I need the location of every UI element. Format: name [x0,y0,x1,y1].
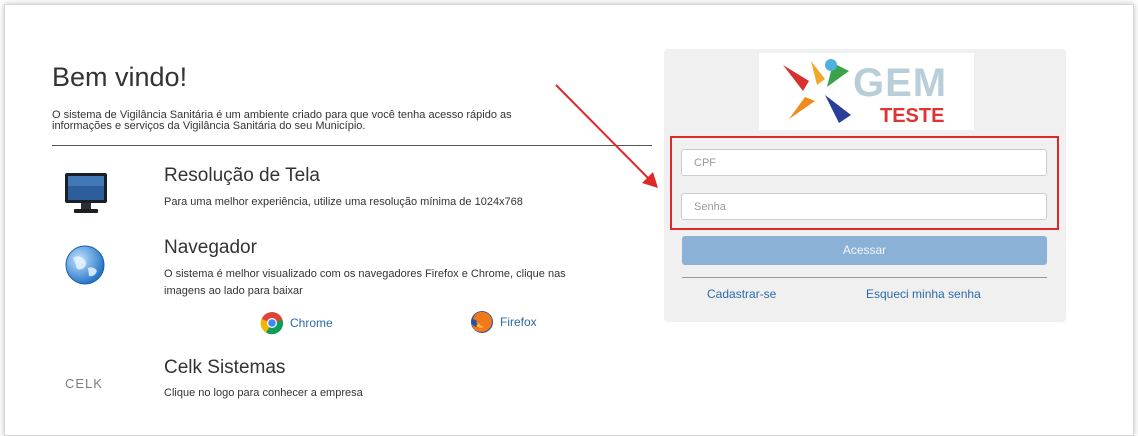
login-divider [682,277,1047,278]
annotation-highlight-box [670,136,1059,230]
browser-heading: Navegador [164,237,257,258]
company-text: Clique no logo para conhecer a empresa [164,387,363,399]
celk-logo[interactable]: CELK [65,376,103,391]
browser-text-line-2: imagens ao lado para baixar [164,285,303,297]
chrome-download-link[interactable]: Chrome [260,311,333,335]
browser-text-line-1: O sistema é melhor visualizado com os na… [164,268,566,280]
page-title: Bem vindo! [52,62,188,92]
firefox-icon [471,311,493,333]
firefox-label: Firefox [500,315,537,329]
logo-gem-text: GEM [853,61,948,105]
intro-text: O sistema de Vigilância Sanitária é um a… [52,110,612,132]
screen-heading: Resolução de Tela [164,165,320,186]
register-link[interactable]: Cadastrar-se [707,287,776,301]
intro-line-2: informações e serviços da Vigilância San… [52,120,366,132]
company-heading: Celk Sistemas [164,357,286,378]
logo-teste-text: TESTE [880,105,945,127]
forgot-password-link[interactable]: Esqueci minha senha [866,287,981,301]
chrome-label: Chrome [290,316,333,330]
firefox-download-link[interactable]: Firefox [470,310,537,334]
annotation-arrow [555,84,658,188]
login-button[interactable]: Acessar [682,236,1047,265]
browser-text: O sistema é melhor visualizado com os na… [164,266,566,300]
screen-text: Para uma melhor experiência, utilize uma… [164,196,523,208]
chrome-icon [260,312,284,335]
monitor-icon [65,173,107,213]
globe-icon [65,245,105,285]
gem-logo-mark [783,59,851,123]
